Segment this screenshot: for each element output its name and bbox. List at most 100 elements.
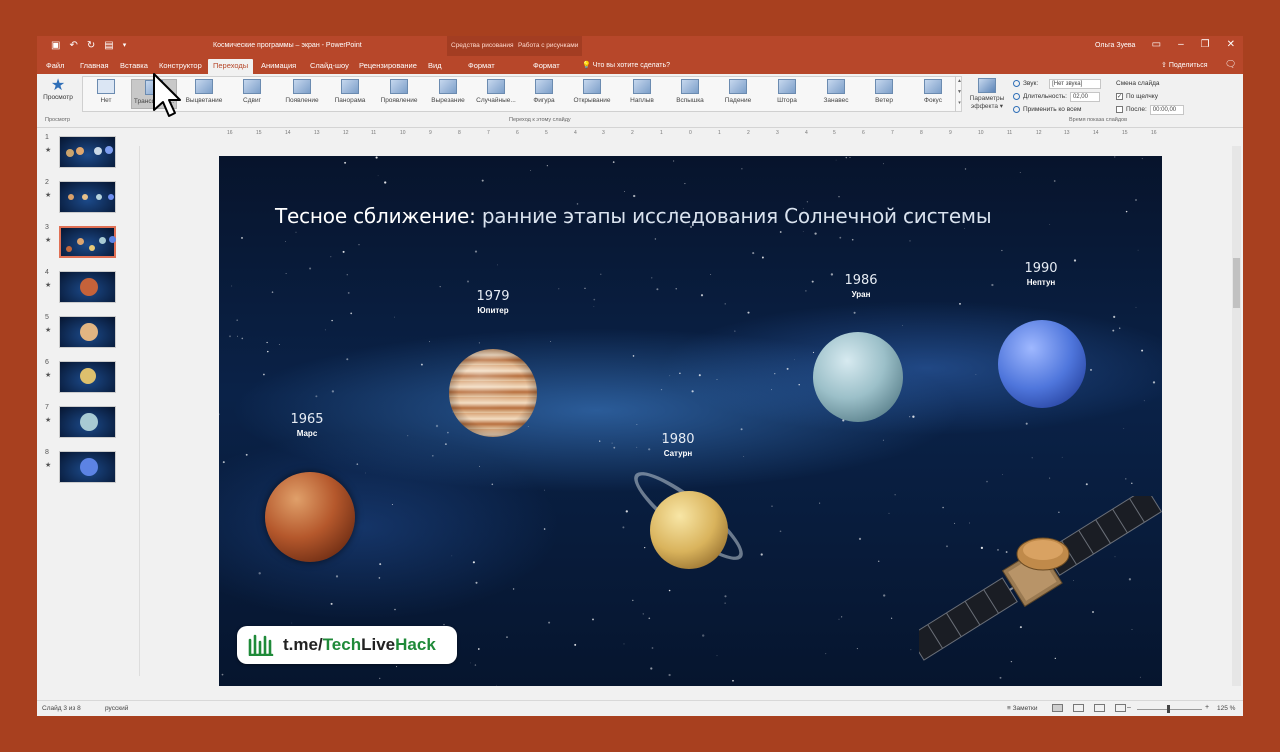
sorter-view-icon[interactable] xyxy=(1073,704,1084,712)
star xyxy=(266,341,268,344)
preview-button[interactable]: ★ Просмотр xyxy=(41,78,75,110)
saturn-image[interactable] xyxy=(650,491,728,569)
gallery-down-icon[interactable]: ▼ xyxy=(957,89,962,95)
comments-icon[interactable]: 🗨 xyxy=(1225,59,1236,70)
thumbnail-image xyxy=(59,361,116,393)
slide-thumbnail[interactable]: 5 ★ xyxy=(37,314,127,354)
gallery-more-icon[interactable]: ▾ xyxy=(958,100,961,106)
normal-view-icon[interactable] xyxy=(1052,704,1063,712)
star xyxy=(959,303,961,305)
brand-badge[interactable]: t.me/TechLiveHack xyxy=(237,626,457,664)
scrollbar-thumb[interactable] xyxy=(1233,258,1240,308)
save-icon[interactable]: ▣ xyxy=(51,40,60,51)
neptune-image[interactable] xyxy=(998,320,1086,408)
notes-button[interactable]: ≡ Заметки xyxy=(1007,705,1037,712)
transition-option[interactable]: Случайные... xyxy=(473,79,519,109)
gallery-up-icon[interactable]: ▲ xyxy=(957,78,962,84)
slide-thumbnail[interactable]: 7 ★ xyxy=(37,404,127,444)
uranus-image[interactable] xyxy=(813,332,903,422)
minimize-icon[interactable]: – xyxy=(1178,39,1184,50)
star xyxy=(724,602,726,604)
slide-title[interactable]: Тесное сближение: ранние этапы исследова… xyxy=(275,204,992,228)
slide-thumbnail[interactable]: 2 ★ xyxy=(37,179,127,219)
transition-option[interactable]: Наплыв xyxy=(619,79,665,109)
spacecraft-image[interactable] xyxy=(919,496,1162,686)
apply-all-button[interactable]: Применить ко всем xyxy=(1023,103,1081,116)
transition-option[interactable]: Ветер xyxy=(861,79,907,109)
star xyxy=(241,236,243,239)
transition-option[interactable]: Появление xyxy=(279,79,325,109)
tab-view[interactable]: Вид xyxy=(423,59,447,74)
zoom-in-icon[interactable]: + xyxy=(1205,704,1209,711)
slide-thumbnail[interactable]: 8 ★ xyxy=(37,449,127,489)
effect-params-button[interactable]: Параметры эффекта ▾ xyxy=(967,78,1007,110)
tab-format-picture[interactable]: Формат xyxy=(528,59,565,74)
transition-option[interactable]: Открывание xyxy=(569,79,615,109)
transition-option[interactable]: Падение xyxy=(715,79,761,109)
language-indicator[interactable]: русский xyxy=(105,705,128,712)
transition-option[interactable]: Штора xyxy=(764,79,810,109)
slide-thumbnail[interactable]: 6 ★ xyxy=(37,359,127,399)
tab-slideshow[interactable]: Слайд-шоу xyxy=(305,59,354,74)
transition-option[interactable]: Проявление xyxy=(376,79,422,109)
tab-home[interactable]: Главная xyxy=(75,59,114,74)
tab-review[interactable]: Рецензирование xyxy=(354,59,422,74)
tab-file[interactable]: Файл xyxy=(41,59,69,74)
star xyxy=(734,330,736,332)
jupiter-image[interactable] xyxy=(449,349,537,437)
transition-option[interactable]: Фокус xyxy=(910,79,956,109)
transition-option[interactable]: Вырезание xyxy=(425,79,471,109)
slide-thumbnail[interactable]: 3 ★ xyxy=(37,224,127,264)
transition-thumbnail-icon xyxy=(487,79,505,94)
transition-option[interactable]: Выцветание xyxy=(181,79,227,109)
star xyxy=(858,537,862,541)
zoom-percent[interactable]: 125 % xyxy=(1217,705,1235,712)
redo-icon[interactable]: ↻ xyxy=(87,40,95,51)
transition-label: Наплыв xyxy=(630,97,654,104)
slide-thumbnail[interactable]: 4 ★ xyxy=(37,269,127,309)
star xyxy=(444,443,447,446)
close-icon[interactable]: ✕ xyxy=(1227,39,1235,50)
present-icon[interactable]: ▤ xyxy=(104,40,113,51)
mars-image[interactable] xyxy=(265,472,355,562)
star xyxy=(420,363,423,366)
on-click-checkbox[interactable]: ✓ xyxy=(1116,93,1123,100)
zoom-slider-knob[interactable] xyxy=(1167,705,1170,713)
gallery-scroll[interactable]: ▲ ▼ ▾ xyxy=(955,76,963,112)
transition-option[interactable]: Сдвиг xyxy=(229,79,275,109)
undo-icon[interactable]: ↶ xyxy=(69,40,77,51)
user-name[interactable]: Ольга Зуева xyxy=(1095,42,1135,49)
transition-option[interactable]: Панорама xyxy=(327,79,373,109)
tab-format-drawing[interactable]: Формат xyxy=(463,59,500,74)
duration-input[interactable]: 02,00 xyxy=(1069,91,1100,102)
transition-option[interactable]: Занавес xyxy=(813,79,859,109)
tab-insert[interactable]: Вставка xyxy=(115,59,153,74)
thumbnail-planet xyxy=(66,246,72,252)
tab-transitions[interactable]: Переходы xyxy=(208,59,254,74)
transition-star-icon: ★ xyxy=(45,372,52,379)
transition-option[interactable]: Фигура xyxy=(521,79,567,109)
zoom-out-icon[interactable]: – xyxy=(1127,704,1131,711)
after-checkbox[interactable] xyxy=(1116,106,1123,113)
tab-animations[interactable]: Анимация xyxy=(256,59,301,74)
after-input[interactable]: 00:00,00 xyxy=(1149,104,1184,115)
ruler-tick-label: 5 xyxy=(833,130,836,136)
slide-canvas[interactable]: Тесное сближение: ранние этапы исследова… xyxy=(219,156,1162,686)
timing-left: Звук: [Нет звука] Длительность: 02,00 Прим… xyxy=(1013,77,1102,116)
customize-qat-icon[interactable]: ▾ xyxy=(123,40,127,51)
restore-icon[interactable]: ❐ xyxy=(1201,39,1210,50)
transition-option[interactable]: Вспышка xyxy=(667,79,713,109)
share-button[interactable]: ⇪ Поделиться xyxy=(1161,61,1207,69)
slide-thumbnail[interactable]: 1 ★ xyxy=(37,134,127,174)
reading-view-icon[interactable] xyxy=(1094,704,1105,712)
context-picture-tools: Работа с рисунками xyxy=(514,36,583,56)
transition-star-icon: ★ xyxy=(45,147,52,154)
star xyxy=(481,179,484,182)
sound-select[interactable]: [Нет звука] xyxy=(1049,78,1102,89)
transition-option[interactable]: Нет xyxy=(83,79,129,109)
ribbon-display-icon[interactable]: ▭ xyxy=(1152,39,1161,50)
star xyxy=(849,157,851,158)
editor-scrollbar[interactable] xyxy=(1232,146,1241,686)
tell-me-box[interactable]: 💡 Что вы хотите сделать? xyxy=(582,61,670,69)
slideshow-view-icon[interactable] xyxy=(1115,704,1126,712)
